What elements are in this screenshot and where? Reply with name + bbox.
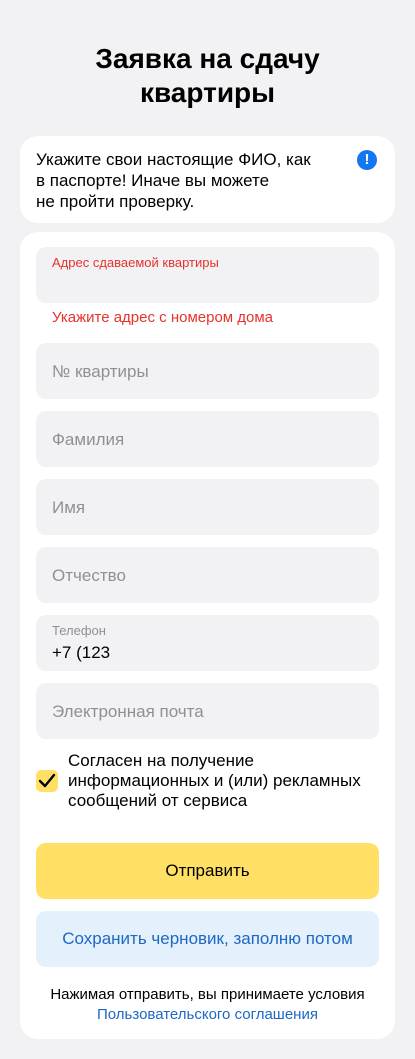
info-icon[interactable]: ! <box>357 150 377 170</box>
consent-label-line-1: Согласен на получение <box>68 751 254 770</box>
consent-label-line-2: информационных и (или) рекламных <box>68 771 361 790</box>
notice-text-line-2: в паспорте! Иначе вы можете <box>36 171 270 190</box>
address-field[interactable]: Адрес сдаваемой квартиры <box>36 247 379 303</box>
checkmark-icon <box>38 773 56 788</box>
email-placeholder: Электронная почта <box>52 702 204 721</box>
marketing-consent: Согласен на получение информационных и (… <box>36 751 379 813</box>
surname-placeholder: Фамилия <box>52 430 125 449</box>
surname-field[interactable]: Фамилия <box>36 411 379 467</box>
terms-notice-text: Нажимая отправить, вы принимаете условия <box>50 986 365 1003</box>
patronymic-placeholder: Отчество <box>52 566 126 585</box>
save-draft-button[interactable]: Сохранить черновик, заполню потом <box>36 911 379 967</box>
patronymic-field[interactable]: Отчество <box>36 547 379 603</box>
page-title-line-1: Заявка на сдачу <box>95 43 320 74</box>
submit-button[interactable]: Отправить <box>36 843 379 899</box>
page-title: Заявка на сдачу квартиры <box>0 42 415 110</box>
apartment-number-placeholder: № квартиры <box>52 362 149 381</box>
passport-name-notice: Укажите свои настоящие ФИО, как в паспор… <box>20 136 395 223</box>
application-form: Адрес сдаваемой квартиры Укажите адрес с… <box>20 232 395 1039</box>
notice-text-line-1: Укажите свои настоящие ФИО, как <box>36 150 311 169</box>
phone-field[interactable]: Телефон +7 (123 <box>36 615 379 671</box>
phone-field-value: +7 (123 <box>52 643 111 662</box>
email-field[interactable]: Электронная почта <box>36 683 379 739</box>
first-name-field[interactable]: Имя <box>36 479 379 535</box>
consent-checkbox[interactable] <box>36 770 58 792</box>
consent-label[interactable]: Согласен на получение информационных и (… <box>68 751 368 811</box>
notice-text-line-3: не пройти проверку. <box>36 192 195 211</box>
address-error-message: Укажите адрес с номером дома <box>52 309 274 326</box>
apartment-number-field[interactable]: № квартиры <box>36 343 379 399</box>
rental-application-page: Заявка на сдачу квартиры Укажите свои на… <box>0 0 415 1059</box>
phone-field-label: Телефон <box>52 623 106 638</box>
first-name-placeholder: Имя <box>52 498 86 517</box>
terms-notice: Нажимая отправить, вы принимаете условия… <box>20 985 395 1025</box>
page-title-line-2: квартиры <box>139 77 276 108</box>
user-agreement-link[interactable]: Пользовательского соглашения <box>20 1005 395 1025</box>
consent-label-line-3: сообщений от сервиса <box>68 791 248 810</box>
notice-text: Укажите свои настоящие ФИО, как в паспор… <box>36 149 326 212</box>
address-field-label: Адрес сдаваемой квартиры <box>52 255 219 270</box>
